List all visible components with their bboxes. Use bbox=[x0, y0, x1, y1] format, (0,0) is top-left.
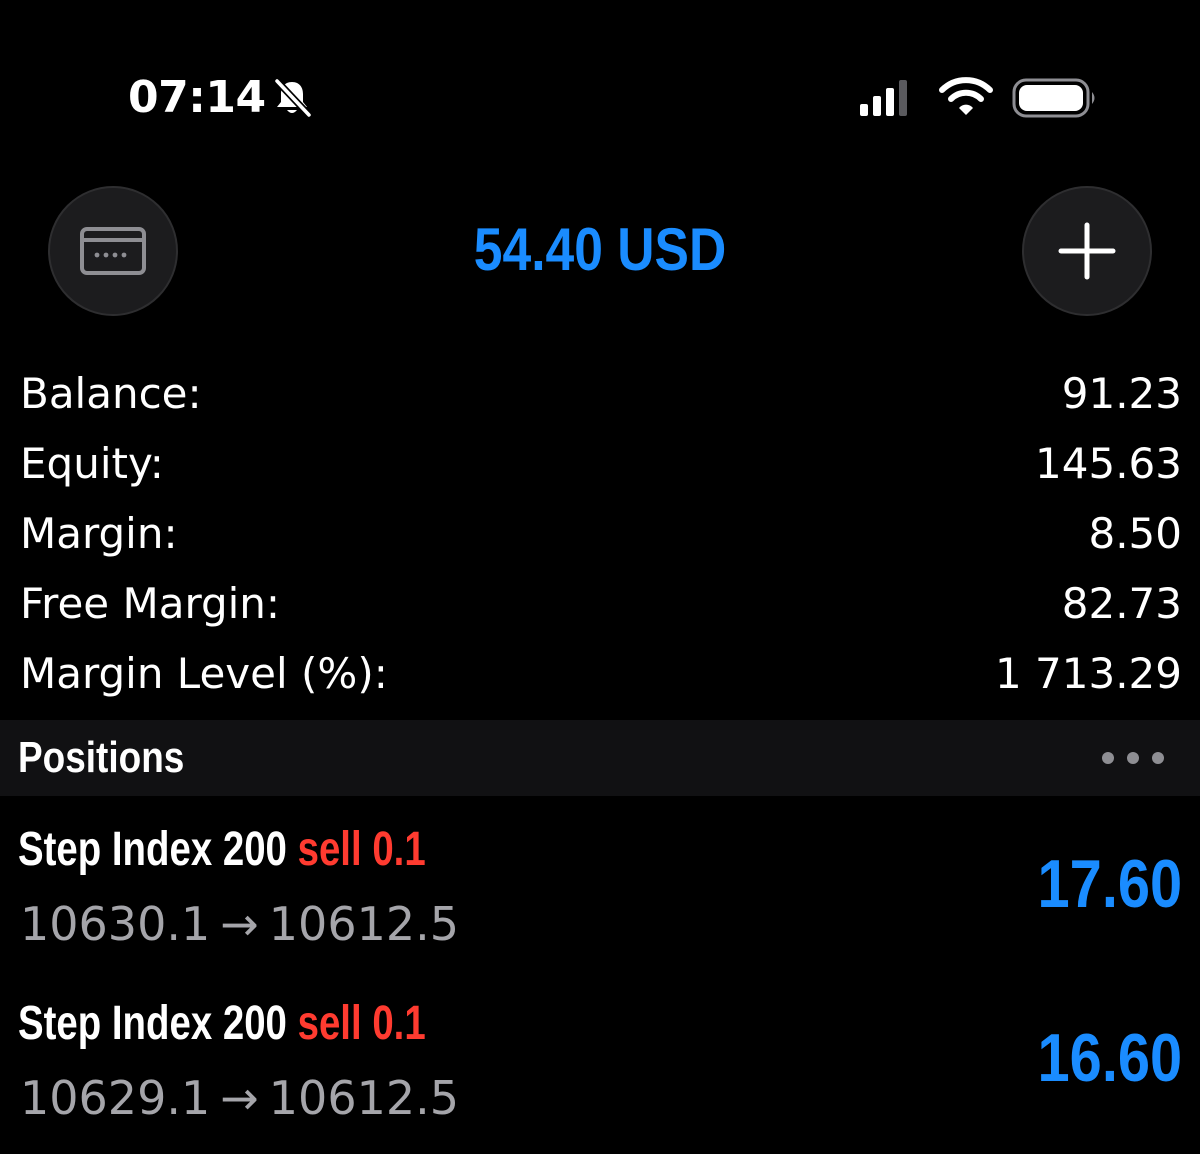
position-title: Step Index 200 sell 0.1 bbox=[18, 820, 426, 880]
summary-value: 82.73 bbox=[1061, 579, 1182, 628]
position-symbol: Step Index 200 bbox=[18, 823, 287, 876]
bell-slash-icon bbox=[274, 78, 312, 118]
position-profit: 16.60 bbox=[1037, 1020, 1182, 1096]
account-summary: Balance: 91.23 Equity: 145.63 Margin: 8.… bbox=[0, 360, 1200, 710]
summary-value: 1 713.29 bbox=[994, 649, 1182, 698]
summary-row-margin: Margin: 8.50 bbox=[0, 500, 1200, 570]
summary-value: 91.23 bbox=[1061, 369, 1182, 418]
position-prices: 10629.1 → 10612.5 bbox=[20, 1068, 459, 1128]
arrow-right-icon: → bbox=[220, 1071, 259, 1125]
position-volume: 0.1 bbox=[372, 997, 426, 1050]
summary-label: Margin Level (%): bbox=[20, 649, 388, 698]
position-open-price: 10629.1 bbox=[20, 1071, 211, 1125]
arrow-right-icon: → bbox=[220, 897, 259, 951]
position-prices: 10630.1 → 10612.5 bbox=[20, 894, 459, 954]
position-title: Step Index 200 sell 0.1 bbox=[18, 994, 426, 1054]
summary-value: 145.63 bbox=[1035, 439, 1182, 488]
summary-label: Free Margin: bbox=[20, 579, 281, 628]
position-current-price: 10612.5 bbox=[268, 897, 460, 951]
equity-header-amount: 54.40 USD bbox=[473, 216, 727, 283]
summary-row-margin-level: Margin Level (%): 1 713.29 bbox=[0, 640, 1200, 710]
wallet-button[interactable] bbox=[48, 186, 178, 316]
summary-row-equity: Equity: 145.63 bbox=[0, 430, 1200, 500]
status-time: 07:14 bbox=[128, 72, 266, 123]
wifi-icon bbox=[939, 77, 993, 115]
new-order-button[interactable] bbox=[1022, 186, 1152, 316]
battery-icon bbox=[1012, 78, 1095, 118]
position-profit: 17.60 bbox=[1037, 846, 1182, 922]
position-open-price: 10630.1 bbox=[20, 897, 211, 951]
plus-icon bbox=[1058, 222, 1116, 280]
positions-section-header: Positions bbox=[0, 720, 1200, 796]
position-row[interactable]: Step Index 200 sell 0.1 10630.1 → 10612.5 … bbox=[0, 810, 1200, 980]
summary-row-free-margin: Free Margin: 82.73 bbox=[0, 570, 1200, 640]
summary-label: Balance: bbox=[20, 369, 202, 418]
summary-value: 8.50 bbox=[1088, 509, 1182, 558]
position-side: sell bbox=[297, 997, 362, 1050]
summary-row-balance: Balance: 91.23 bbox=[0, 360, 1200, 430]
position-volume: 0.1 bbox=[372, 823, 426, 876]
position-row[interactable]: Step Index 200 sell 0.1 10629.1 → 10612.5 … bbox=[0, 984, 1200, 1154]
position-symbol: Step Index 200 bbox=[18, 997, 287, 1050]
summary-label: Equity: bbox=[20, 439, 164, 488]
card-icon bbox=[80, 227, 146, 275]
more-horizontal-icon[interactable] bbox=[1098, 746, 1168, 770]
status-bar: 07:14 bbox=[0, 0, 1200, 190]
positions-title: Positions bbox=[18, 733, 185, 782]
position-side: sell bbox=[297, 823, 362, 876]
position-current-price: 10612.5 bbox=[268, 1071, 460, 1125]
summary-label: Margin: bbox=[20, 509, 178, 558]
cellular-signal-icon bbox=[860, 80, 907, 116]
